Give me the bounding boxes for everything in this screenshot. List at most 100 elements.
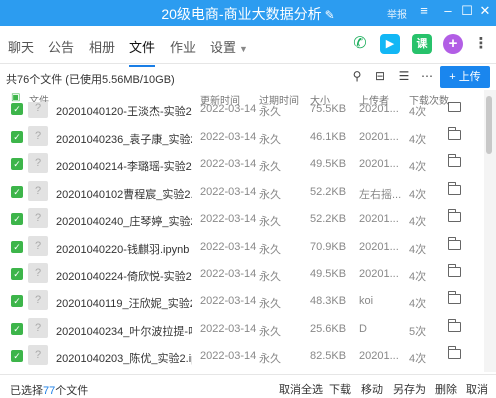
file-name[interactable]: 20201040203_陈优_实验2.ipynb	[56, 350, 192, 366]
tab-announcements[interactable]: 公告	[48, 37, 74, 56]
file-count: 共76个文件 (已使用5.56MB/10GB)	[6, 74, 175, 86]
minimize-icon[interactable]: –	[440, 3, 456, 21]
file-updated: 2022-03-14	[200, 186, 257, 198]
row-checkbox[interactable]: ✓	[11, 213, 23, 225]
file-row[interactable]: ✓? 20201040203_陈优_实验2.ipynb 2022-03-14永久 82…	[0, 344, 484, 371]
file-downloads: 4次	[409, 298, 427, 310]
file-icon: ?	[28, 102, 48, 118]
phone-icon[interactable]: ✆	[350, 34, 370, 54]
file-expiry: 永久	[259, 216, 281, 228]
file-row[interactable]: ✓? 20201040120-王淡杰-实验2.ipy... 2022-03-14永久…	[0, 102, 484, 124]
group-name: 20级电商-商业大数据分析	[161, 6, 322, 22]
file-expiry: 永久	[259, 161, 281, 173]
file-name[interactable]: 20201040220-钱麒羽.ipynb	[56, 241, 192, 257]
tab-files[interactable]: 文件	[129, 37, 156, 67]
apps-icon[interactable]: 课	[412, 34, 432, 54]
edit-icon[interactable]: ✎	[325, 8, 335, 22]
file-downloads: 4次	[409, 134, 427, 146]
save-as-button[interactable]: 另存为	[393, 381, 426, 397]
file-name[interactable]: 20201040224-倚欣悦-实验2.ipynb	[56, 268, 192, 284]
move-button[interactable]: 移动	[361, 381, 383, 397]
file-icon: ?	[28, 263, 48, 283]
row-checkbox[interactable]: ✓	[11, 186, 23, 198]
folder-icon[interactable]	[447, 237, 461, 250]
more-options-icon[interactable]: ⋯	[419, 69, 435, 85]
file-row[interactable]: ✓? 20201040119_汪欣妮_实验2.ipynb 2022-03-14永久 4…	[0, 289, 484, 316]
file-updated: 2022-03-14	[200, 268, 257, 280]
row-checkbox[interactable]: ✓	[11, 268, 23, 280]
row-checkbox[interactable]: ✓	[11, 323, 23, 335]
inbox-icon[interactable]: ⊟	[372, 69, 388, 85]
file-uploader: 左右摇...	[359, 189, 402, 201]
row-checkbox[interactable]: ✓	[11, 158, 23, 170]
tab-settings-label: 设置	[210, 40, 237, 55]
folder-icon[interactable]	[447, 102, 461, 112]
file-downloads: 5次	[409, 326, 427, 338]
file-row[interactable]: ✓? 20201040214-李璐瑶-实验2.ipynb 2022-03-14永久 4…	[0, 152, 484, 179]
folder-icon[interactable]	[447, 182, 461, 195]
file-icon: ?	[28, 153, 48, 173]
file-row[interactable]: ✓? 20201040224-倚欣悦-实验2.ipynb 2022-03-14永久 4…	[0, 262, 484, 289]
file-name[interactable]: 20201040240_庄琴婷_实验2.ipynb	[56, 213, 192, 229]
download-button[interactable]: 下载	[329, 381, 351, 397]
file-expiry: 永久	[259, 298, 281, 310]
upload-button[interactable]: + 上传	[440, 66, 490, 88]
file-icon: ?	[28, 126, 48, 146]
menu-icon[interactable]: ≡	[416, 3, 432, 21]
maximize-icon[interactable]: ☐	[459, 3, 475, 21]
file-updated: 2022-03-14	[200, 103, 257, 115]
file-row[interactable]: ✓? 20201040240_庄琴婷_实验2.ipynb 2022-03-14永久 5…	[0, 207, 484, 234]
file-updated: 2022-03-14	[200, 295, 257, 307]
tab-album[interactable]: 相册	[89, 37, 115, 56]
file-row[interactable]: ✓? 20201040234_叶尔波拉提-叶尔... 2022-03-14永久 25.…	[0, 317, 484, 344]
file-downloads: 4次	[409, 244, 427, 256]
tab-settings[interactable]: 设置 ▼	[210, 37, 248, 56]
file-row[interactable]: ✓? 20201040220-钱麒羽.ipynb 2022-03-14 永久 70.9K…	[0, 235, 484, 262]
row-checkbox[interactable]: ✓	[11, 350, 23, 362]
list-view-icon[interactable]: ☰	[396, 69, 412, 85]
file-size: 25.6KB	[310, 323, 347, 335]
video-call-icon[interactable]: ▶	[380, 34, 400, 54]
file-name[interactable]: 20201040102曹程宸_实验2.ipynb	[56, 186, 192, 202]
folder-icon[interactable]	[447, 264, 461, 277]
folder-icon[interactable]	[447, 346, 461, 359]
cancel-button[interactable]: 取消	[466, 381, 488, 397]
search-icon[interactable]: ⚲	[349, 69, 365, 85]
more-icon[interactable]: ⋮	[471, 34, 491, 54]
file-uploader: 20201...	[359, 158, 399, 170]
row-checkbox[interactable]: ✓	[11, 295, 23, 307]
file-name[interactable]: 20201040234_叶尔波拉提-叶尔...	[56, 323, 192, 339]
file-uploader: 20201...	[359, 103, 399, 115]
folder-icon[interactable]	[447, 209, 461, 222]
file-size: 52.2KB	[310, 186, 347, 198]
title-bar: 20级电商-商业大数据分析 ✎ 举报 ≡ – ☐ ✕	[0, 0, 496, 26]
file-row[interactable]: ✓? 20201040102曹程宸_实验2.ipynb 2022-03-14永久 52…	[0, 180, 484, 207]
deselect-all-button[interactable]: 取消全选	[279, 381, 323, 397]
report-link[interactable]: 举报	[387, 6, 407, 21]
file-name[interactable]: 20201040120-王淡杰-实验2.ipy...	[56, 103, 192, 119]
folder-icon[interactable]	[447, 319, 461, 332]
folder-icon[interactable]	[447, 127, 461, 140]
folder-icon[interactable]	[447, 291, 461, 304]
file-name[interactable]: 20201040119_汪欣妮_实验2.ipynb	[56, 295, 192, 311]
file-downloads: 4次	[409, 106, 427, 118]
close-icon[interactable]: ✕	[477, 3, 493, 21]
tab-homework[interactable]: 作业	[170, 37, 196, 56]
file-name[interactable]: 20201040214-李璐瑶-实验2.ipynb	[56, 158, 192, 174]
delete-button[interactable]: 删除	[435, 381, 457, 397]
scrollbar-thumb[interactable]	[486, 96, 492, 154]
file-size: 82.5KB	[310, 350, 347, 362]
row-checkbox[interactable]: ✓	[11, 131, 23, 143]
file-row[interactable]: ✓? 20201040236_袁子康_实验2 .ipy... 2022-03-14永…	[0, 125, 484, 152]
tab-chat[interactable]: 聊天	[8, 37, 34, 56]
add-icon[interactable]: +	[443, 34, 463, 54]
folder-icon[interactable]	[447, 154, 461, 167]
file-icon: ?	[28, 345, 48, 365]
row-checkbox[interactable]: ✓	[11, 103, 23, 115]
file-updated: 2022-03-14	[200, 241, 257, 253]
file-expiry: 永久	[259, 271, 281, 283]
row-checkbox[interactable]: ✓	[11, 241, 23, 253]
file-uploader: 20201...	[359, 213, 399, 225]
file-expiry: 永久	[259, 353, 281, 365]
file-name[interactable]: 20201040236_袁子康_实验2 .ipy...	[56, 131, 192, 147]
